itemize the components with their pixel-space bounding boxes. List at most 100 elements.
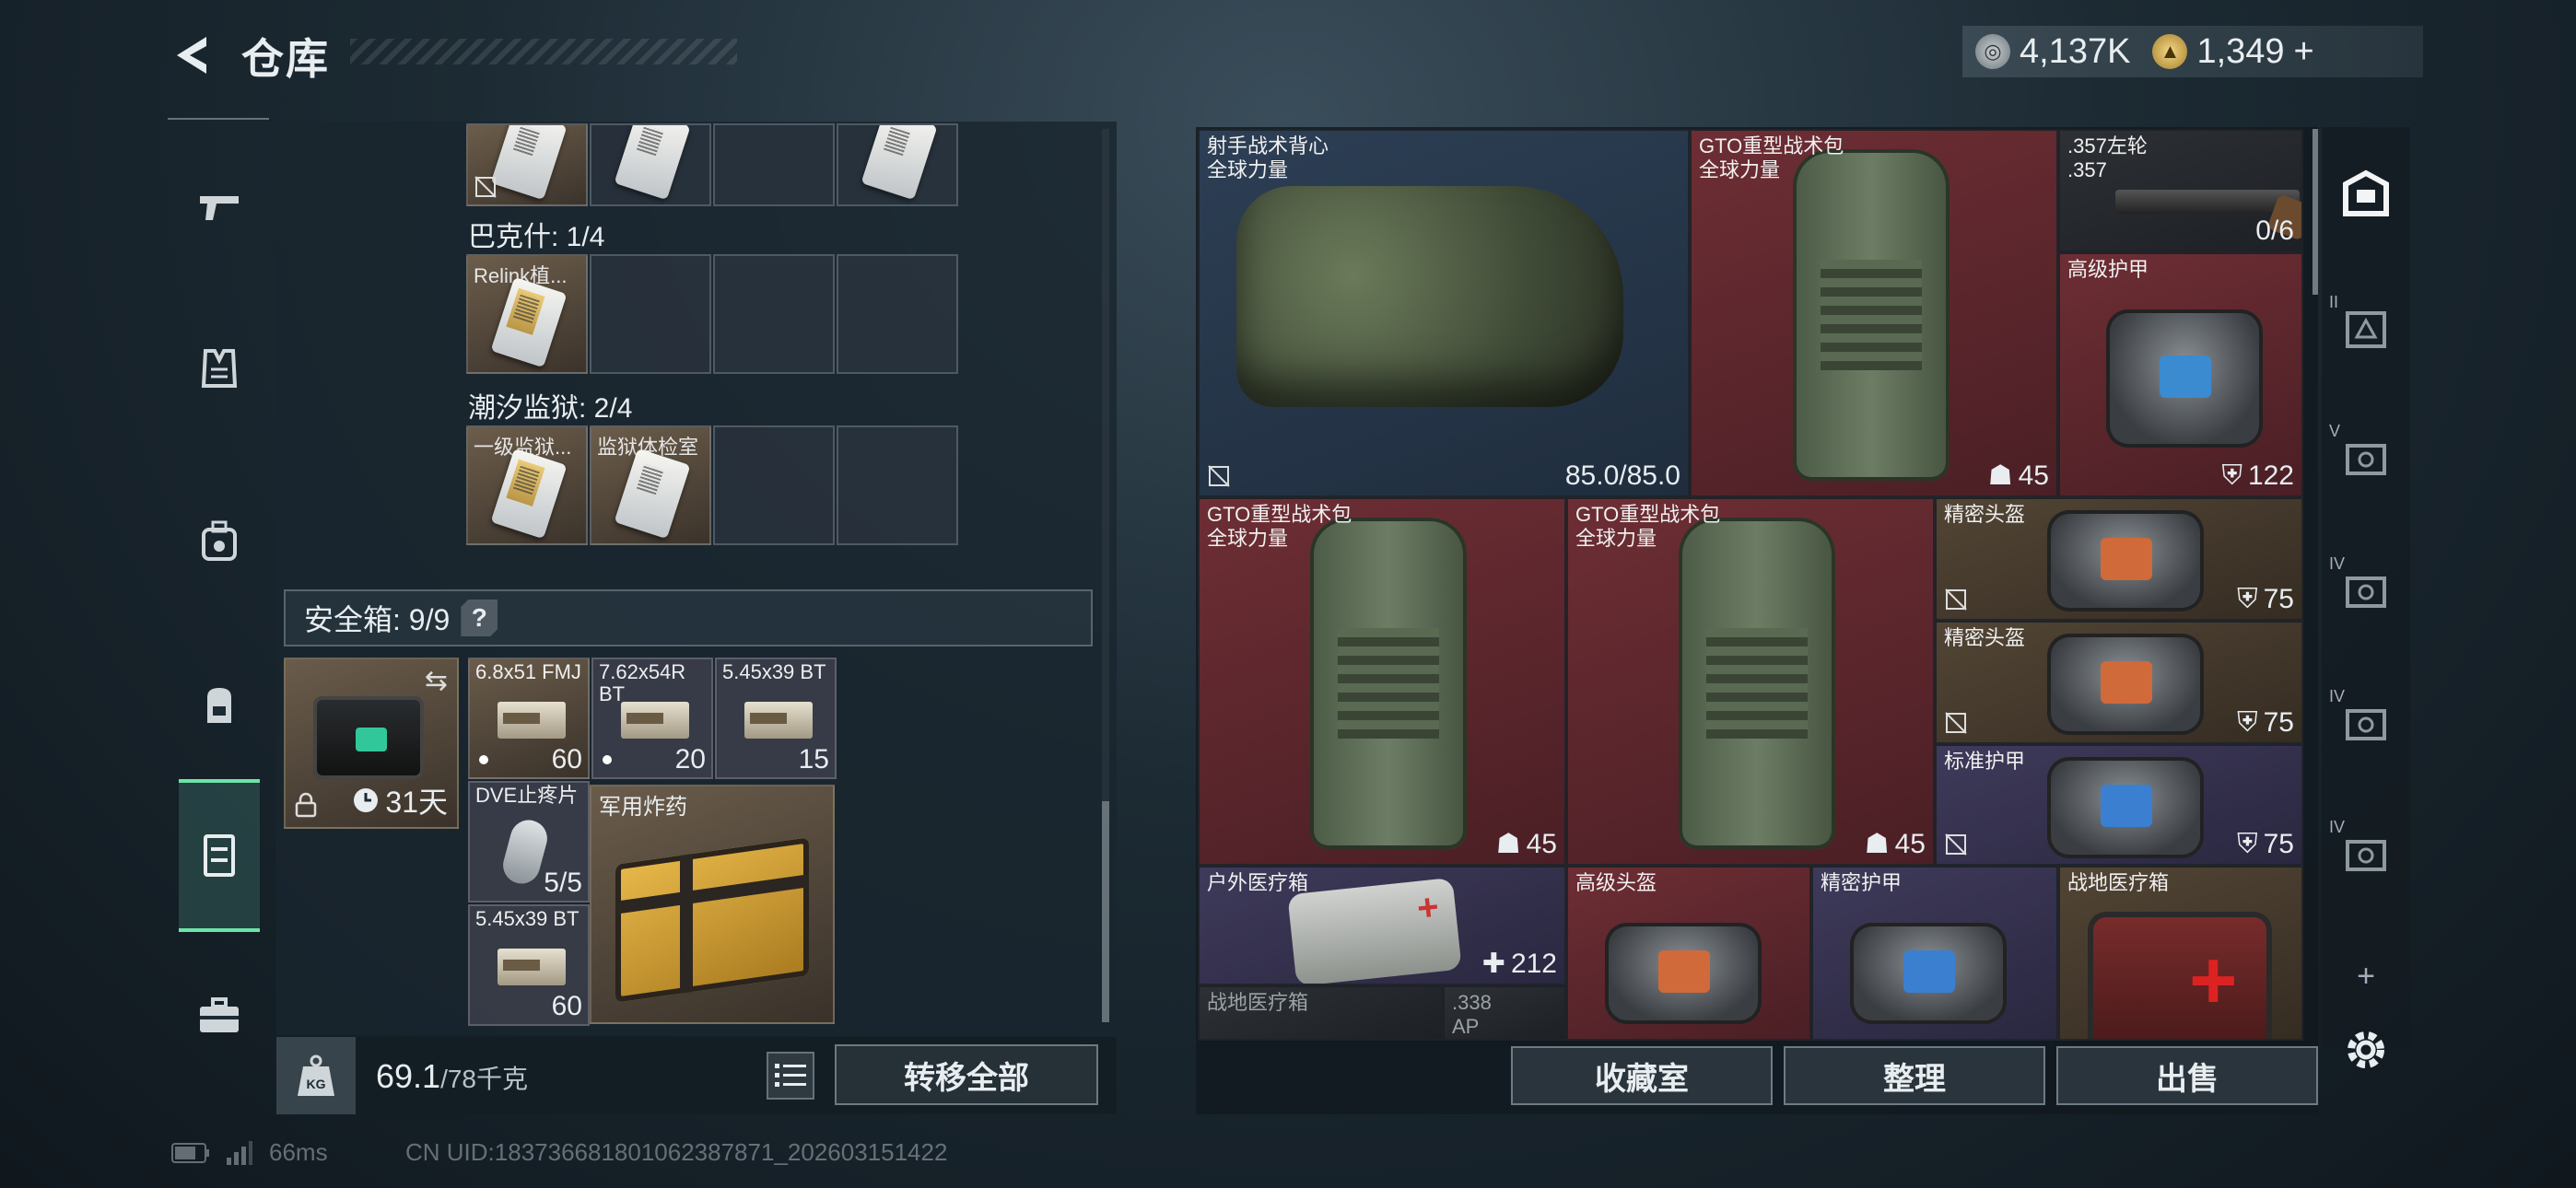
locker-icon	[2343, 169, 2389, 216]
silver-currency: ◎ 4,137K	[1975, 32, 2130, 72]
ammo-image	[621, 702, 689, 739]
tab-locker[interactable]	[2331, 158, 2401, 228]
collection-button[interactable]: 收藏室	[1511, 1046, 1773, 1105]
sort-button[interactable]: 整理	[1784, 1046, 2045, 1105]
back-button[interactable]	[166, 28, 221, 83]
safe-box-image	[313, 696, 424, 779]
transfer-all-button[interactable]: 转移全部	[835, 1044, 1098, 1105]
keycard-slot-empty[interactable]	[713, 425, 835, 545]
safe-box-container[interactable]: ⇆ 31天	[284, 658, 459, 829]
safe-item[interactable]: DVE止疼片 5/5	[468, 781, 590, 903]
keycard-slot[interactable]: 监狱体检室	[590, 425, 711, 545]
nav-storage[interactable]	[179, 779, 260, 932]
keycard-slot-empty[interactable]	[837, 425, 958, 545]
tab-4c[interactable]: IV	[2329, 818, 2401, 890]
safe-item[interactable]: 7.62x54R BT 20	[591, 658, 713, 779]
add-tab-button[interactable]: +	[2331, 958, 2401, 995]
briefcase-icon	[200, 997, 239, 1032]
keycard-icon	[614, 448, 691, 540]
stash-scrollbar[interactable]	[2313, 129, 2318, 295]
item-name: 射手战术背心 全球力量	[1207, 134, 1329, 181]
item-name: GTO重型战术包 全球力量	[1699, 134, 1844, 181]
stash-item[interactable]: 战地医疗箱	[2058, 866, 2303, 1041]
keycard-icon	[490, 125, 568, 201]
silver-amount: 4,137K	[2020, 31, 2131, 71]
capacity: ☗ 45	[1864, 828, 1926, 860]
ammo-marker-icon	[479, 755, 488, 764]
item-name: GTO重型战术包 全球力量	[1207, 503, 1352, 550]
settings-gear-icon[interactable]	[2338, 1022, 2394, 1077]
item-name: GTO重型战术包 全球力量	[1575, 503, 1721, 550]
weight-display: 69.1/78千克	[376, 1057, 528, 1096]
gold-currency[interactable]: ▲ 1,349 +	[2152, 32, 2314, 72]
stash-item[interactable]: GTO重型战术包 全球力量 ☗ 45	[1566, 497, 1935, 866]
tab-4[interactable]: IV	[2329, 554, 2401, 626]
stash-item[interactable]: 标准护甲 ⛨ 75	[1935, 744, 2303, 866]
stash-item[interactable]: 射手战术背心 全球力量 85.0/85.0	[1198, 129, 1690, 497]
item-name: 户外医疗箱	[1207, 871, 1309, 894]
stash-item[interactable]: 精密头盔 ⛨ 75	[1935, 621, 2303, 744]
stash-item[interactable]: 战地医疗箱	[1198, 985, 1443, 1041]
stash-item[interactable]: 高级头盔	[1566, 866, 1811, 1041]
keycard-slot-empty[interactable]	[590, 254, 711, 374]
safe-item[interactable]: 5.45x39 BT 15	[715, 658, 837, 779]
stash-item[interactable]: 高级护甲 ⛨ 122	[2058, 252, 2303, 497]
helmet-image	[1605, 923, 1762, 1024]
keycard-slot-empty[interactable]	[713, 254, 835, 374]
keycard-row: Relink植...	[466, 254, 960, 374]
nav-weapons[interactable]	[179, 166, 260, 247]
medkit-image	[1287, 877, 1462, 984]
tab-5[interactable]: V	[2329, 422, 2401, 494]
item-name: 精密头盔	[1944, 626, 2026, 649]
help-button[interactable]: ?	[461, 600, 498, 636]
nav-briefcase[interactable]	[179, 976, 260, 1057]
keycard-group-label: 巴克什: 1/4	[468, 222, 605, 252]
stash-item[interactable]: GTO重型战术包 全球力量 ☗ 45	[1690, 129, 2058, 497]
tab-4b[interactable]: IV	[2329, 687, 2401, 759]
nav-armor-bag[interactable]	[179, 501, 260, 582]
item-name: 高级头盔	[1575, 871, 1657, 894]
gold-add-button[interactable]: +	[2294, 32, 2314, 72]
armor-value: ⛨ 122	[2221, 460, 2294, 491]
weight-current: 69.1	[376, 1057, 441, 1095]
tab-numeral: V	[2329, 422, 2341, 440]
weight-max: /78千克	[440, 1065, 529, 1093]
back-arrow-icon	[177, 37, 206, 74]
keycard-slot[interactable]	[590, 123, 711, 206]
stash-item[interactable]: .338 AP	[1443, 985, 1566, 1041]
list-view-button[interactable]	[767, 1052, 814, 1100]
armor-image	[1850, 923, 2007, 1024]
safe-item[interactable]: 6.8x51 FMJ 60	[468, 658, 590, 779]
safe-item[interactable]: 军用炸药	[590, 785, 835, 1024]
nav-backpack[interactable]	[179, 665, 260, 746]
backpack-image	[1310, 518, 1467, 849]
keycard-slot[interactable]: 一级监狱...	[466, 425, 588, 545]
tab-2[interactable]: II	[2329, 293, 2401, 365]
item-name: 5.45x39 BT	[722, 660, 826, 683]
stash-item[interactable]: 精密护甲	[1811, 866, 2058, 1041]
list-icon	[775, 1064, 806, 1087]
stash-item[interactable]: 户外医疗箱 ✚212	[1198, 866, 1566, 985]
stash-item[interactable]: 精密头盔 ⛨ 75	[1935, 497, 2303, 621]
keycard-slot[interactable]	[466, 123, 588, 206]
lock-icon	[295, 792, 317, 818]
swap-icon[interactable]: ⇆	[425, 665, 448, 697]
stash-item[interactable]: .357左轮 .357 0/6	[2058, 129, 2303, 252]
stash-item[interactable]: GTO重型战术包 全球力量 ☗ 45	[1198, 497, 1566, 866]
nav-vest[interactable]	[179, 328, 260, 409]
item-name: 战地医疗箱	[2067, 871, 2170, 894]
plus-icon: ✚	[1481, 949, 1505, 979]
backpack-image	[1793, 149, 1950, 481]
storage-icon	[204, 834, 235, 877]
keycard-slot-empty[interactable]	[713, 123, 835, 206]
tab-numeral: IV	[2329, 554, 2346, 573]
inventory-scrollbar[interactable]	[1102, 801, 1109, 1022]
keycard-slot[interactable]: Relink植...	[466, 254, 588, 374]
keycard-slot[interactable]	[837, 123, 958, 206]
helmet-image	[2047, 634, 2204, 735]
sell-button[interactable]: 出售	[2056, 1046, 2318, 1105]
left-nav	[168, 120, 269, 1041]
item-name: 高级护甲	[2067, 258, 2149, 281]
keycard-slot-empty[interactable]	[837, 254, 958, 374]
safe-item[interactable]: 5.45x39 BT 60	[468, 904, 590, 1026]
